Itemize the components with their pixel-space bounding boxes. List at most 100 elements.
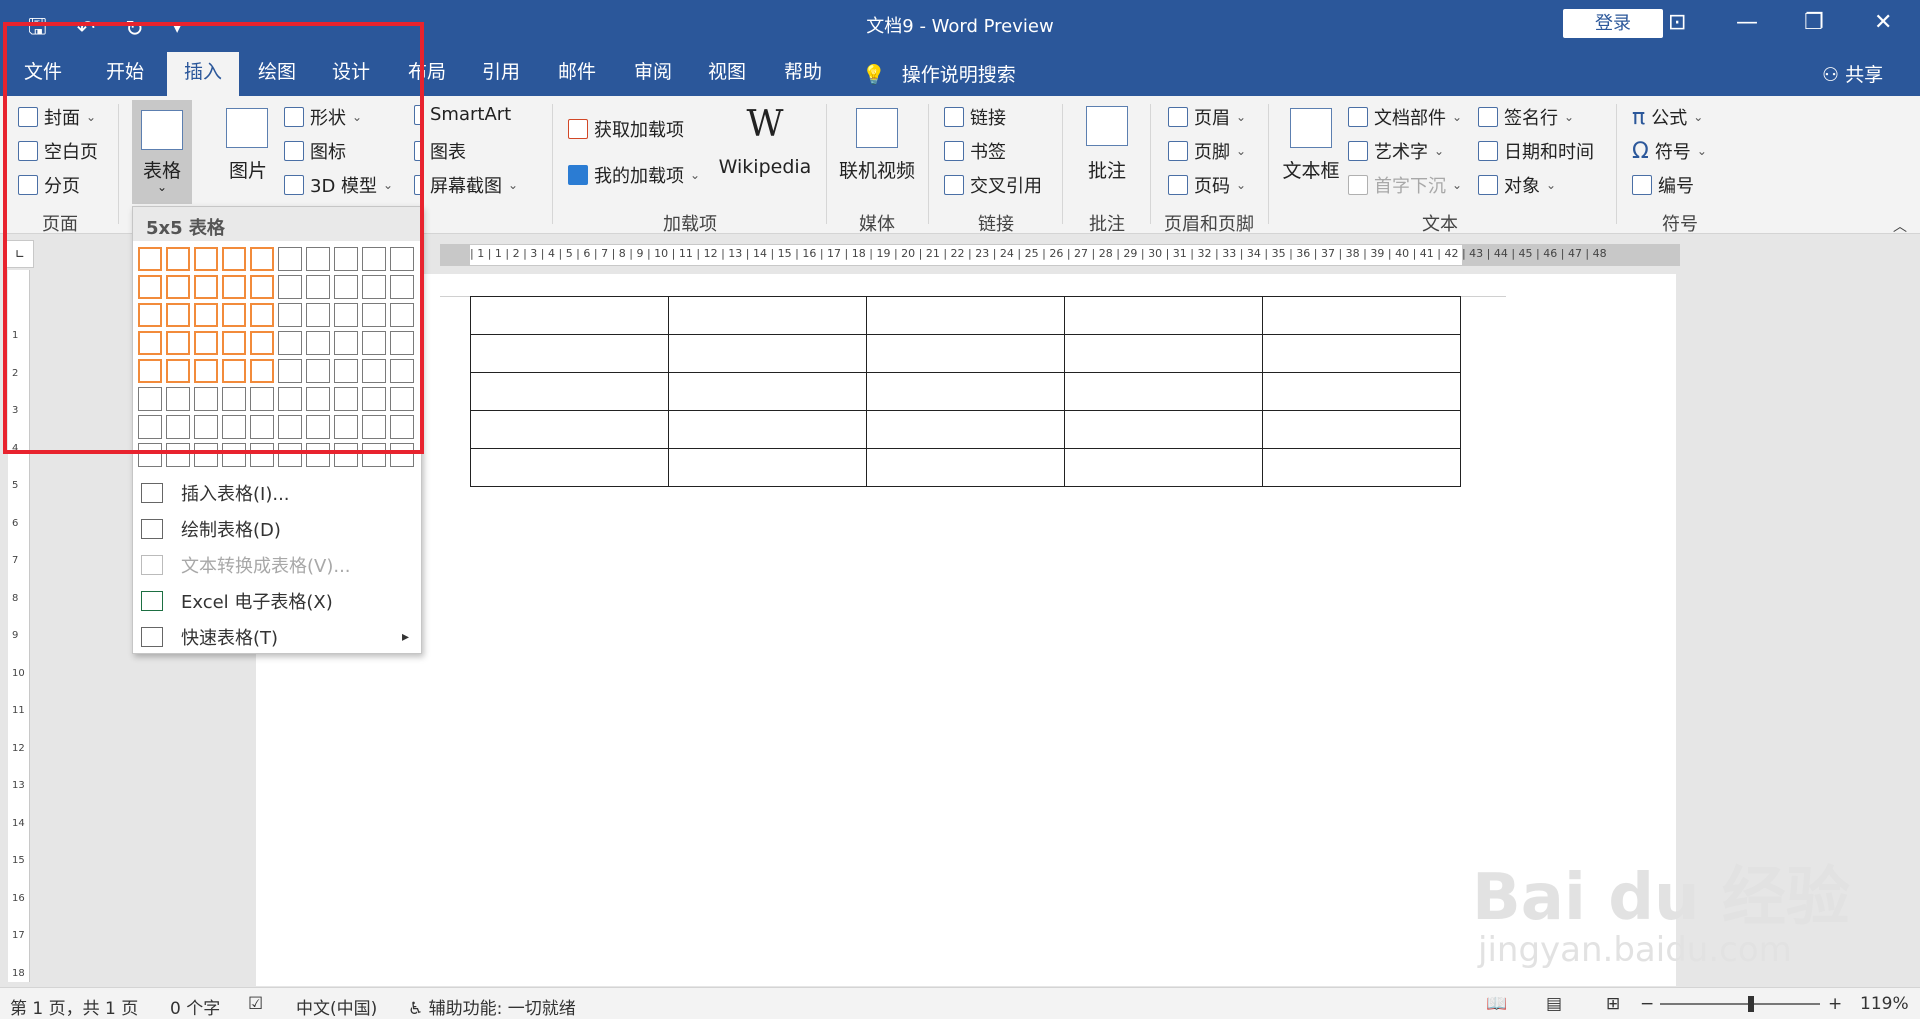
table-cell[interactable] xyxy=(668,410,867,449)
zoom-slider-thumb[interactable] xyxy=(1748,996,1754,1012)
tell-me-search[interactable]: 💡 操作说明搜索 xyxy=(862,60,1016,87)
login-button[interactable]: 登录 xyxy=(1563,9,1663,38)
table-cell[interactable] xyxy=(866,372,1065,411)
equation-button[interactable]: π 公式 ⌄ xyxy=(1632,104,1703,130)
table-cell[interactable] xyxy=(470,410,669,449)
collapse-ribbon-icon[interactable]: ︿ xyxy=(1893,216,1907,236)
zoom-in-icon[interactable]: + xyxy=(1828,994,1842,1014)
page-count[interactable]: 第 1 页，共 1 页 xyxy=(10,994,138,1019)
table-cell[interactable] xyxy=(668,296,867,335)
zoom-out-icon[interactable]: − xyxy=(1640,994,1654,1014)
table-cell[interactable] xyxy=(668,334,867,373)
vertical-ruler-number: 11 xyxy=(12,705,25,716)
ruler-left-margin xyxy=(440,244,470,266)
group-label-header-footer: 页眉和页脚 xyxy=(1164,214,1254,235)
table-cell[interactable] xyxy=(470,296,669,335)
wikipedia-button[interactable]: Wikipedia xyxy=(718,156,812,178)
bookmark-button[interactable]: 书签 xyxy=(944,138,1006,164)
quick-tables-item[interactable]: 快速表格(T) ▸ xyxy=(133,619,421,655)
zoom-slider[interactable] xyxy=(1660,1003,1820,1005)
web-layout-icon[interactable]: ⊞ xyxy=(1606,994,1620,1014)
page-number-button[interactable]: 页码 ⌄ xyxy=(1168,172,1246,198)
share-button[interactable]: ⚇ 共享 xyxy=(1822,60,1883,87)
language[interactable]: 中文(中国) xyxy=(296,994,377,1019)
screenshot-button[interactable]: 屏幕截图 ⌄ xyxy=(414,172,518,198)
table-cell[interactable] xyxy=(1262,334,1461,373)
table-cell[interactable] xyxy=(668,448,867,487)
header-button[interactable]: 页眉 ⌄ xyxy=(1168,104,1246,130)
table-cell[interactable] xyxy=(668,372,867,411)
signature-line-button[interactable]: 签名行 ⌄ xyxy=(1478,104,1574,130)
vertical-ruler-number: 17 xyxy=(12,930,25,941)
tab-mailings[interactable]: 邮件 xyxy=(544,46,610,96)
tab-help[interactable]: 帮助 xyxy=(770,46,836,96)
separator xyxy=(552,104,553,224)
my-addins-button[interactable]: 我的加载项 ⌄ xyxy=(568,162,700,188)
proofing-icon[interactable]: ☑ xyxy=(248,994,263,1014)
header-icon xyxy=(1168,107,1188,127)
number-button[interactable]: 编号 xyxy=(1632,172,1694,198)
wordart-button[interactable]: 艺术字 ⌄ xyxy=(1348,138,1444,164)
table-cell[interactable] xyxy=(866,334,1065,373)
quick-parts-button[interactable]: 文档部件 ⌄ xyxy=(1348,104,1462,130)
table-cell[interactable] xyxy=(1064,410,1263,449)
comment-button[interactable]: 批注 xyxy=(1076,156,1138,183)
table-cell[interactable] xyxy=(1064,296,1263,335)
document-table[interactable] xyxy=(470,296,1461,487)
object-button[interactable]: 对象 ⌄ xyxy=(1478,172,1556,198)
print-layout-icon[interactable]: ▤ xyxy=(1546,994,1562,1014)
number-icon xyxy=(1632,175,1652,195)
wordart-icon xyxy=(1348,141,1368,161)
table-cell[interactable] xyxy=(1262,448,1461,487)
table-cell[interactable] xyxy=(1064,448,1263,487)
table-cell[interactable] xyxy=(866,410,1065,449)
convert-text-to-table-item[interactable]: 文本转换成表格(V)... xyxy=(133,547,421,583)
separator xyxy=(826,104,827,224)
table-cell[interactable] xyxy=(1262,296,1461,335)
table-cell[interactable] xyxy=(1064,334,1263,373)
get-addins-button[interactable]: 获取加载项 xyxy=(568,116,684,142)
table-cell[interactable] xyxy=(1262,410,1461,449)
cross-reference-button[interactable]: 交叉引用 xyxy=(944,172,1042,198)
vertical-ruler-number: 15 xyxy=(12,855,25,866)
date-time-button[interactable]: 日期和时间 xyxy=(1478,138,1594,164)
text-box-button[interactable]: 文本框 xyxy=(1280,156,1342,183)
online-video-icon xyxy=(856,108,898,148)
table-cell[interactable] xyxy=(1064,372,1263,411)
addins-icon xyxy=(568,165,588,185)
word-count[interactable]: 0 个字 xyxy=(170,994,220,1019)
smartart-button[interactable]: SmartArt xyxy=(414,104,511,125)
table-cell[interactable] xyxy=(1262,372,1461,411)
vertical-ruler-number: 13 xyxy=(12,780,25,791)
tab-view[interactable]: 视图 xyxy=(694,46,760,96)
excel-spreadsheet-item[interactable]: Excel 电子表格(X) xyxy=(133,583,421,619)
table-cell[interactable] xyxy=(866,296,1065,335)
insert-table-item[interactable]: 插入表格(I)... xyxy=(133,475,421,511)
group-label-text: 文本 xyxy=(1422,214,1458,235)
tab-references[interactable]: 引用 xyxy=(468,46,534,96)
pencil-table-icon xyxy=(141,519,163,539)
table-cell[interactable] xyxy=(470,372,669,411)
lightbulb-icon: 💡 xyxy=(862,64,886,86)
footer-button[interactable]: 页脚 ⌄ xyxy=(1168,138,1246,164)
ribbon-display-icon[interactable]: ⊡ xyxy=(1668,10,1686,35)
link-button[interactable]: 链接 xyxy=(944,104,1006,130)
table-cell[interactable] xyxy=(866,448,1065,487)
pi-icon: π xyxy=(1632,104,1646,130)
read-mode-icon[interactable]: 📖 xyxy=(1486,994,1507,1014)
zoom-level[interactable]: 119% xyxy=(1860,994,1909,1014)
drop-cap-button[interactable]: 首字下沉 ⌄ xyxy=(1348,172,1462,198)
draw-table-item[interactable]: 绘制表格(D) xyxy=(133,511,421,547)
accessibility-status[interactable]: ♿ 辅助功能: 一切就绪 xyxy=(408,994,576,1019)
comment-icon xyxy=(1086,106,1128,146)
close-icon[interactable]: ✕ xyxy=(1874,10,1892,35)
vertical-ruler-number: 5 xyxy=(12,480,19,491)
table-cell[interactable] xyxy=(470,334,669,373)
group-label-comments: 批注 xyxy=(1089,214,1125,235)
minimize-icon[interactable]: — xyxy=(1736,10,1758,35)
table-cell[interactable] xyxy=(470,448,669,487)
online-video-button[interactable]: 联机视频 xyxy=(834,156,920,183)
tab-review[interactable]: 审阅 xyxy=(620,46,686,96)
symbol-button[interactable]: Ω 符号 ⌄ xyxy=(1632,138,1707,164)
restore-icon[interactable]: ❐ xyxy=(1804,10,1824,35)
